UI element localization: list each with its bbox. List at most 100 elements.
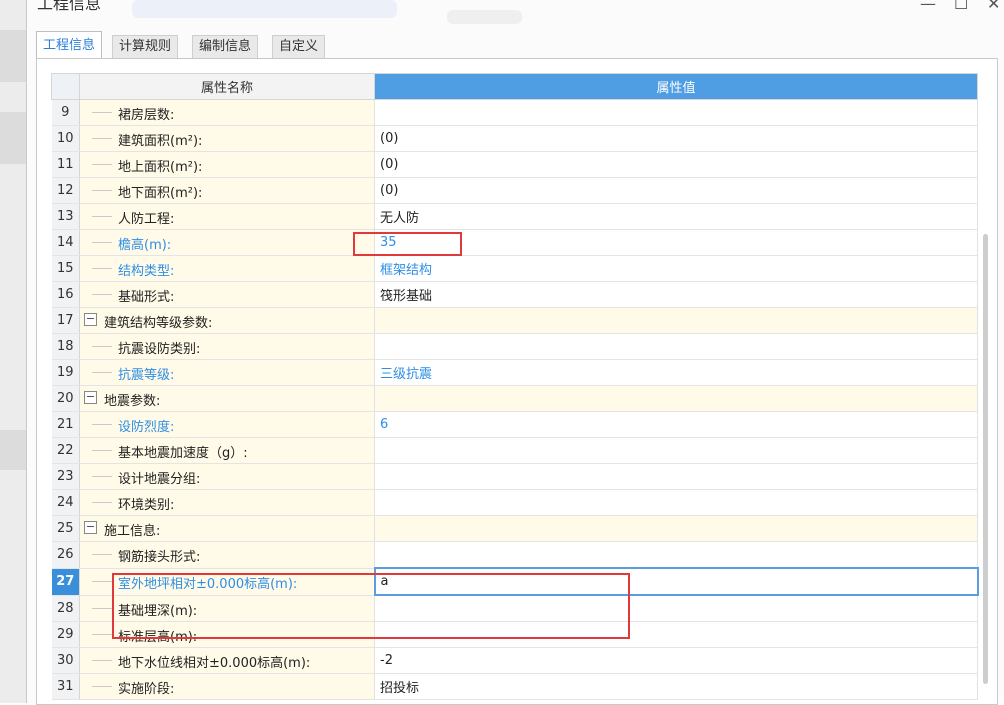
vertical-scrollbar[interactable] bbox=[983, 234, 988, 684]
tab-project-info[interactable]: 工程信息 bbox=[36, 31, 103, 59]
property-value-cell[interactable]: 无人防 bbox=[374, 203, 978, 230]
table-row[interactable]: 28 基础埋深(m): bbox=[51, 595, 978, 622]
property-value-cell[interactable] bbox=[374, 541, 978, 569]
property-name-cell[interactable]: 地下面积(m²): bbox=[79, 177, 375, 204]
row-number[interactable]: 24 bbox=[51, 489, 80, 516]
table-row[interactable]: 10 建筑面积(m²): (0) bbox=[51, 125, 978, 152]
table-row[interactable]: 31 实施阶段: 招投标 bbox=[51, 673, 978, 700]
property-name-cell[interactable]: 抗震等级: bbox=[79, 359, 375, 386]
table-row[interactable]: 30 地下水位线相对±0.000标高(m): -2 bbox=[51, 647, 978, 674]
row-number[interactable]: 29 bbox=[51, 621, 80, 648]
property-value-cell[interactable]: 框架结构 bbox=[374, 255, 978, 282]
property-name-cell[interactable]: 基本地震加速度（g）: bbox=[79, 437, 375, 464]
tab-custom[interactable]: 自定义 bbox=[272, 35, 326, 58]
table-row[interactable]: 9 裙房层数: bbox=[51, 99, 978, 126]
table-row[interactable]: 22 基本地震加速度（g）: bbox=[51, 437, 978, 464]
row-number[interactable]: 17 bbox=[51, 307, 80, 334]
property-value-cell[interactable]: (0) bbox=[374, 151, 978, 178]
row-number[interactable]: 23 bbox=[51, 463, 80, 490]
collapse-icon[interactable]: − bbox=[84, 521, 97, 534]
table-row[interactable]: 15 结构类型: 框架结构 bbox=[51, 255, 978, 282]
property-value-cell[interactable]: (0) bbox=[374, 177, 978, 204]
row-number[interactable]: 27 bbox=[51, 568, 80, 596]
table-row[interactable]: 17− 建筑结构等级参数: bbox=[51, 307, 978, 334]
property-name-cell[interactable]: 抗震设防类别: bbox=[79, 333, 375, 360]
table-row[interactable]: 20− 地震参数: bbox=[51, 385, 978, 412]
property-value-cell[interactable]: 6 bbox=[374, 411, 978, 438]
collapse-icon[interactable]: − bbox=[84, 313, 97, 326]
property-name-cell[interactable]: 檐高(m): bbox=[79, 229, 375, 256]
property-name-cell[interactable]: 设计地震分组: bbox=[79, 463, 375, 490]
property-name-cell[interactable]: 结构类型: bbox=[79, 255, 375, 282]
property-name-cell[interactable]: 基础埋深(m): bbox=[79, 595, 375, 622]
table-row[interactable]: 25− 施工信息: bbox=[51, 515, 978, 542]
row-number[interactable]: 9 bbox=[51, 99, 80, 126]
row-number[interactable]: 16 bbox=[51, 281, 80, 308]
tab-compile-info[interactable]: 编制信息 bbox=[192, 35, 259, 58]
row-number[interactable]: 14 bbox=[51, 229, 80, 256]
table-row[interactable]: 16 基础形式: 筏形基础 bbox=[51, 281, 978, 308]
table-row[interactable]: 19 抗震等级: 三级抗震 bbox=[51, 359, 978, 386]
tab-calc-rules[interactable]: 计算规则 bbox=[112, 35, 179, 58]
property-name-cell[interactable]: 设防烈度: bbox=[79, 411, 375, 438]
property-name-cell[interactable]: 地上面积(m²): bbox=[79, 151, 375, 178]
table-row[interactable]: 14 檐高(m): 35 bbox=[51, 229, 978, 256]
property-value-cell[interactable] bbox=[374, 621, 978, 648]
property-name-cell[interactable]: 裙房层数: bbox=[79, 99, 375, 126]
table-row[interactable]: 24 环境类别: bbox=[51, 489, 978, 516]
property-value-cell[interactable]: 35 bbox=[374, 229, 978, 256]
minimize-icon[interactable]: — bbox=[920, 0, 936, 13]
table-row[interactable]: 29 标准层高(m): bbox=[51, 621, 978, 648]
property-value-cell[interactable]: 筏形基础 bbox=[374, 281, 978, 308]
property-value-cell[interactable] bbox=[374, 333, 978, 360]
property-value-cell[interactable] bbox=[374, 307, 978, 334]
property-value-cell[interactable]: (0) bbox=[374, 125, 978, 152]
property-name-cell[interactable]: 钢筋接头形式: bbox=[79, 541, 375, 569]
property-name-cell[interactable]: 实施阶段: bbox=[79, 673, 375, 700]
property-name-cell[interactable]: 人防工程: bbox=[79, 203, 375, 230]
property-value-cell[interactable] bbox=[374, 99, 978, 126]
table-row[interactable]: 18 抗震设防类别: bbox=[51, 333, 978, 360]
column-header-value[interactable]: 属性值 bbox=[374, 73, 978, 100]
table-row[interactable]: 11 地上面积(m²): (0) bbox=[51, 151, 978, 178]
property-name-cell[interactable]: − 施工信息: bbox=[79, 515, 375, 542]
row-number[interactable]: 28 bbox=[51, 595, 80, 622]
row-number[interactable]: 13 bbox=[51, 203, 80, 230]
table-row[interactable]: 27 室外地坪相对±0.000标高(m): a bbox=[51, 567, 979, 596]
row-number[interactable]: 11 bbox=[51, 151, 80, 178]
maximize-icon[interactable]: ☐ bbox=[954, 0, 968, 13]
column-header-name[interactable]: 属性名称 bbox=[79, 73, 375, 100]
row-number[interactable]: 26 bbox=[51, 541, 80, 569]
property-value-cell[interactable] bbox=[374, 489, 978, 516]
collapse-icon[interactable]: − bbox=[84, 391, 97, 404]
property-value-cell[interactable]: 三级抗震 bbox=[374, 359, 978, 386]
row-number[interactable]: 25 bbox=[51, 515, 80, 542]
property-name-cell[interactable]: 基础形式: bbox=[79, 281, 375, 308]
property-value-cell[interactable]: 招投标 bbox=[374, 673, 978, 700]
row-number[interactable]: 20 bbox=[51, 385, 80, 412]
property-value-cell[interactable] bbox=[374, 463, 978, 490]
table-row[interactable]: 23 设计地震分组: bbox=[51, 463, 978, 490]
table-row[interactable]: 12 地下面积(m²): (0) bbox=[51, 177, 978, 204]
close-icon[interactable]: ✕ bbox=[987, 0, 1000, 13]
row-number[interactable]: 30 bbox=[51, 647, 80, 674]
row-number[interactable]: 10 bbox=[51, 125, 80, 152]
property-name-cell[interactable]: 建筑面积(m²): bbox=[79, 125, 375, 152]
row-number[interactable]: 18 bbox=[51, 333, 80, 360]
property-name-cell[interactable]: − 建筑结构等级参数: bbox=[79, 307, 375, 334]
row-number[interactable]: 19 bbox=[51, 359, 80, 386]
property-value-cell[interactable] bbox=[374, 595, 978, 622]
table-row[interactable]: 13 人防工程: 无人防 bbox=[51, 203, 978, 230]
property-value-cell[interactable] bbox=[374, 515, 978, 542]
property-value-cell[interactable] bbox=[374, 385, 978, 412]
property-name-cell[interactable]: − 地震参数: bbox=[79, 385, 375, 412]
property-value-input[interactable]: a bbox=[373, 567, 979, 596]
row-number[interactable]: 31 bbox=[51, 673, 80, 700]
property-name-cell[interactable]: 环境类别: bbox=[79, 489, 375, 516]
property-value-cell[interactable] bbox=[374, 437, 978, 464]
property-name-cell[interactable]: 标准层高(m): bbox=[79, 621, 375, 648]
property-name-cell[interactable]: 室外地坪相对±0.000标高(m): bbox=[79, 568, 375, 596]
table-row[interactable]: 26 钢筋接头形式: bbox=[51, 541, 978, 569]
row-number[interactable]: 21 bbox=[51, 411, 80, 438]
property-value-cell[interactable]: -2 bbox=[374, 647, 978, 674]
